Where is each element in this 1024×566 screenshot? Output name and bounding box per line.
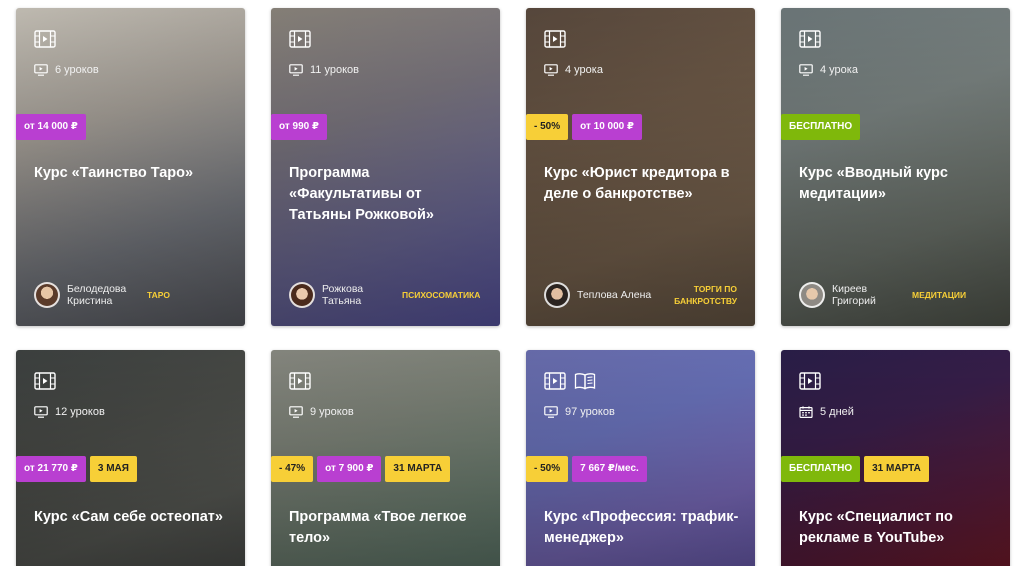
badges: от 14 000 ₽ (16, 114, 86, 140)
format-icons (799, 30, 821, 48)
course-title[interactable]: Курс «Юрист кредитора в деле о банкротст… (544, 163, 741, 205)
category-label[interactable]: ТАРО (147, 289, 170, 301)
lesson-count: 4 урока (799, 64, 858, 76)
price-badge: от 21 770 ₽ (16, 456, 86, 482)
course-card[interactable]: 6 уроков от 14 000 ₽ Курс «Таинство Таро» Б… (16, 8, 245, 326)
lesson-count: 9 уроков (289, 406, 354, 418)
course-title[interactable]: Курс «Вводный курс медитации» (799, 163, 996, 205)
free-badge: БЕСПЛАТНО (781, 114, 861, 140)
price-badge: от 10 000 ₽ (572, 114, 642, 140)
course-title[interactable]: Программа «Факультативы от Татьяны Рожко… (289, 163, 486, 226)
lesson-count-text: 9 уроков (310, 406, 354, 418)
badges: БЕСПЛАТНО 31 МАРТА (781, 456, 929, 482)
course-title[interactable]: Курс «Сам себе остеопат» (34, 507, 231, 528)
video-icon (289, 372, 311, 390)
date-or-discount-badge: - 47% (271, 456, 314, 482)
lesson-count: 5 дней (799, 406, 854, 418)
format-icons (544, 372, 596, 390)
video-icon (289, 30, 311, 48)
card-footer: Рожкова Татьяна ПСИХОСОМАТИКА (289, 280, 492, 310)
course-title[interactable]: Курс «Специалист по рекламе в YouTube» (799, 507, 996, 549)
book-icon (574, 372, 596, 390)
format-icons (289, 372, 311, 390)
card-footer: Белодедова Кристина ТАРО (34, 280, 237, 310)
format-icons (544, 30, 566, 48)
monitor-icon (34, 64, 48, 76)
author-name[interactable]: Теплова Алена (577, 289, 657, 301)
course-title[interactable]: Курс «Таинство Таро» (34, 163, 231, 184)
price-badge: от 990 ₽ (271, 114, 327, 140)
author-avatar[interactable] (799, 282, 825, 308)
badges: БЕСПЛАТНО (781, 114, 861, 140)
lesson-count-text: 11 уроков (310, 64, 359, 76)
badges: - 50% 7 667 ₽/мес. (526, 456, 647, 482)
lesson-count-text: 4 урока (820, 64, 858, 76)
video-icon (34, 30, 56, 48)
author-name[interactable]: Рожкова Татьяна (322, 283, 402, 307)
course-card[interactable]: 5 дней БЕСПЛАТНО 31 МАРТА Курс «Специалист … (781, 350, 1010, 566)
lesson-count: 6 уроков (34, 64, 99, 76)
course-card[interactable]: 4 урока - 50% от 10 000 ₽ Курс «Юрист креди… (526, 8, 755, 326)
date-or-discount-badge: 31 МАРТА (864, 456, 929, 482)
monitor-icon (544, 406, 558, 418)
monitor-icon (544, 64, 558, 76)
author-avatar[interactable] (34, 282, 60, 308)
course-card[interactable]: 11 уроков от 990 ₽ Программа «Факультативы… (271, 8, 500, 326)
course-title[interactable]: Курс «Профессия: трафик-менеджер» (544, 507, 741, 549)
format-icons (799, 372, 821, 390)
video-icon (799, 372, 821, 390)
author-avatar[interactable] (544, 282, 570, 308)
author-avatar[interactable] (289, 282, 315, 308)
lesson-count: 4 урока (544, 64, 603, 76)
monitor-icon (799, 64, 813, 76)
video-icon (544, 372, 566, 390)
monitor-icon (289, 406, 303, 418)
lesson-count-text: 97 уроков (565, 406, 615, 418)
format-icons (34, 30, 56, 48)
course-title[interactable]: Программа «Твое легкое тело» (289, 507, 486, 549)
course-card[interactable]: 4 урока БЕСПЛАТНО Курс «Вводный курс медит… (781, 8, 1010, 326)
card-footer: Теплова Алена ТОРГИ ПО БАНКРОТСТВУ (544, 280, 747, 310)
lesson-count: 11 уроков (289, 64, 359, 76)
format-icons (289, 30, 311, 48)
price-badge: от 14 000 ₽ (16, 114, 86, 140)
category-label[interactable]: ПСИХОСОМАТИКА (402, 289, 480, 301)
course-card[interactable]: 12 уроков от 21 770 ₽3 МАЯ Курс «Сам себе … (16, 350, 245, 566)
lesson-count: 12 уроков (34, 406, 105, 418)
date-or-discount-badge: - 50% (526, 114, 569, 140)
lesson-count-text: 5 дней (820, 406, 854, 418)
badges: от 21 770 ₽3 МАЯ (16, 456, 137, 482)
course-card[interactable]: 9 уроков - 47% от 7 900 ₽31 МАРТА Программа… (271, 350, 500, 566)
lesson-count-text: 4 урока (565, 64, 603, 76)
date-or-discount-badge: - 50% (526, 456, 569, 482)
free-badge: БЕСПЛАТНО (781, 456, 861, 482)
format-icons (34, 372, 56, 390)
author-name[interactable]: Киреев Григорий (832, 283, 912, 307)
badges: - 50% от 10 000 ₽ (526, 114, 642, 140)
author-name[interactable]: Белодедова Кристина (67, 283, 147, 307)
price-badge: 7 667 ₽/мес. (572, 456, 647, 482)
monitor-icon (289, 64, 303, 76)
date-or-discount-badge: 31 МАРТА (385, 456, 451, 482)
price-badge: от 7 900 ₽ (317, 456, 382, 482)
course-card[interactable]: 97 уроков - 50% 7 667 ₽/мес. Курс «Професси… (526, 350, 755, 566)
category-label[interactable]: ТОРГИ ПО БАНКРОТСТВУ (657, 283, 737, 307)
video-icon (34, 372, 56, 390)
category-label[interactable]: МЕДИТАЦИИ (912, 289, 966, 301)
date-or-discount-badge: 3 МАЯ (89, 456, 137, 482)
calendar-icon (799, 406, 813, 418)
lesson-count: 97 уроков (544, 406, 615, 418)
badges: - 47% от 7 900 ₽31 МАРТА (271, 456, 451, 482)
badges: от 990 ₽ (271, 114, 327, 140)
card-footer: Киреев Григорий МЕДИТАЦИИ (799, 280, 1002, 310)
video-icon (799, 30, 821, 48)
video-icon (544, 30, 566, 48)
lesson-count-text: 6 уроков (55, 64, 99, 76)
monitor-icon (34, 406, 48, 418)
lesson-count-text: 12 уроков (55, 406, 105, 418)
